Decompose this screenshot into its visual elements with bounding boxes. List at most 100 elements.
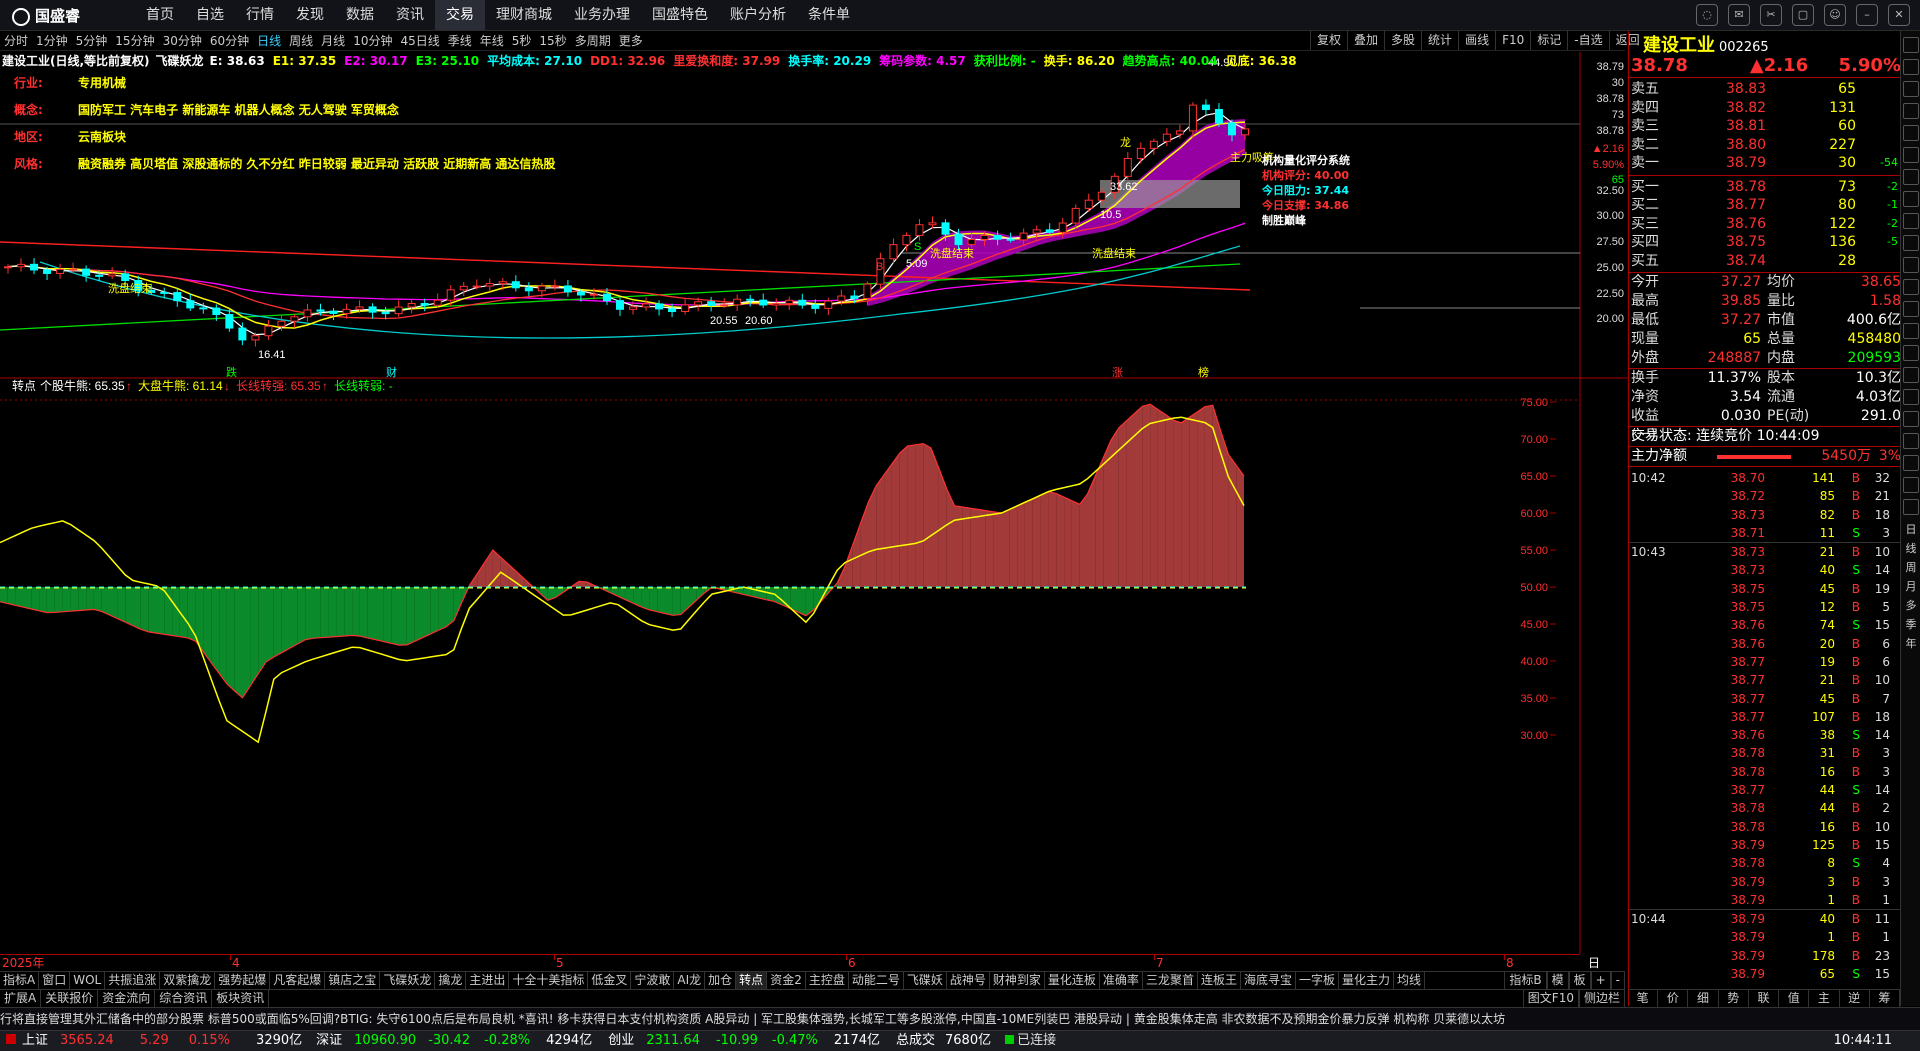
- quote-tab-4[interactable]: 联: [1749, 990, 1780, 1007]
- tool-button-1[interactable]: 叠加: [1347, 31, 1384, 50]
- period-0[interactable]: 分时: [0, 32, 32, 49]
- quote-tab-0[interactable]: 笔: [1628, 990, 1659, 1007]
- minimize-icon[interactable]: –: [1856, 4, 1878, 26]
- nav-item-7[interactable]: 理财商城: [485, 0, 563, 30]
- indicator-name[interactable]: 飞碟妖龙: [156, 54, 204, 68]
- period-7[interactable]: 周线: [285, 32, 317, 49]
- indicator-tab-right-4[interactable]: -: [1610, 972, 1625, 989]
- tool-button-0[interactable]: 复权: [1310, 31, 1347, 50]
- sidebar-tool-icon[interactable]: [1903, 191, 1919, 207]
- period-14[interactable]: 15秒: [535, 32, 570, 49]
- sidebar-tool-icon[interactable]: [1903, 257, 1919, 273]
- nav-item-5[interactable]: 资讯: [385, 0, 435, 30]
- close-icon[interactable]: ✕: [1888, 4, 1910, 26]
- order-sells-1[interactable]: 卖四 38.82 131: [1629, 99, 1901, 118]
- order-sells-3[interactable]: 卖二 38.80 227: [1629, 136, 1901, 155]
- sidebar-tool-icon[interactable]: [1903, 235, 1919, 251]
- order-buys-3[interactable]: 买四 38.75 136 -5: [1629, 233, 1901, 252]
- quote-tab-6[interactable]: 主: [1809, 990, 1840, 1007]
- sidebar-tool-icon[interactable]: [1903, 433, 1919, 449]
- indicator-tab-19[interactable]: 动能二号: [849, 972, 904, 989]
- chat-icon[interactable]: ◌: [1696, 4, 1718, 26]
- period-11[interactable]: 季线: [444, 32, 476, 49]
- extension-tab-1[interactable]: 关联报价: [41, 990, 99, 1007]
- indicator-tab-21[interactable]: 战神号: [947, 972, 990, 989]
- indicator-tab-29[interactable]: 量化主力: [1339, 972, 1395, 989]
- indicator-tab-18[interactable]: 主控盘: [806, 972, 849, 989]
- indicator-tab-7[interactable]: 镇店之宝: [325, 972, 381, 989]
- app-logo[interactable]: 国盛睿: [12, 5, 80, 26]
- extension-tab-0[interactable]: 扩展A: [0, 990, 42, 1007]
- extension-tab-4[interactable]: 板块资讯: [212, 990, 270, 1007]
- tool-button-4[interactable]: 画线: [1458, 31, 1495, 50]
- nav-item-11[interactable]: 条件单: [797, 0, 861, 30]
- tick-list[interactable]: 10:42 38.70 141 B 32 38.72 85 B 21 38.73 82 B 18 38.7…: [1629, 467, 1901, 983]
- nav-item-2[interactable]: 行情: [235, 0, 285, 30]
- order-sells-4[interactable]: 卖一 38.79 30 -54: [1629, 154, 1901, 173]
- sidebar-tool-icon[interactable]: [1903, 301, 1919, 317]
- indicator-tab-0[interactable]: 指标A: [0, 972, 40, 989]
- indicator-tab-20[interactable]: 飞碟妖: [904, 972, 947, 989]
- news-ticker[interactable]: 行将直接管理其外汇储备中的部分股票 标普500或面临5%回调?BTIG: 失守6…: [0, 1007, 1920, 1030]
- indicator-tab-28[interactable]: 一字板: [1296, 972, 1339, 989]
- sidebar-tool-icon[interactable]: [1903, 411, 1919, 427]
- skin-icon[interactable]: ▢: [1792, 4, 1814, 26]
- indicator-tab-25[interactable]: 三龙聚首: [1143, 972, 1198, 989]
- sidebar-tool-icon[interactable]: [1903, 37, 1919, 53]
- indicator-tab-right-1[interactable]: 模: [1546, 972, 1569, 989]
- nav-item-1[interactable]: 自选: [185, 0, 235, 30]
- indicator-tab-27[interactable]: 海底寻宝: [1241, 972, 1296, 989]
- sidebar-tool-icon[interactable]: [1903, 477, 1919, 493]
- period-12[interactable]: 年线: [476, 32, 508, 49]
- sidebar-tool-icon[interactable]: [1903, 367, 1919, 383]
- extension-tab-right-1[interactable]: 侧边栏: [1578, 990, 1625, 1007]
- indicator-tab-10[interactable]: 主进出: [466, 972, 510, 989]
- indicator-tab-6[interactable]: 凡客起爆: [270, 972, 326, 989]
- tool-button-2[interactable]: 多股: [1384, 31, 1421, 50]
- indicator-tab-14[interactable]: AI龙: [674, 972, 706, 989]
- period-15[interactable]: 多周期: [571, 32, 615, 49]
- extension-tab-3[interactable]: 综合资讯: [155, 990, 213, 1007]
- indicator-tab-13[interactable]: 宁波敢: [631, 972, 675, 989]
- indicator-tab-right-0[interactable]: 指标B: [1504, 972, 1547, 989]
- nav-item-0[interactable]: 首页: [135, 0, 185, 30]
- tool-button-7[interactable]: -自选: [1567, 31, 1608, 50]
- sidebar-period-0[interactable]: 日: [1901, 520, 1920, 539]
- quote-tab-8[interactable]: 筹: [1870, 990, 1900, 1007]
- sidebar-tool-icon[interactable]: [1903, 455, 1919, 471]
- nav-item-4[interactable]: 数据: [335, 0, 385, 30]
- period-13[interactable]: 5秒: [508, 32, 536, 49]
- sidebar-tool-icon[interactable]: [1903, 323, 1919, 339]
- indicator-tab-12[interactable]: 低金叉: [588, 972, 632, 989]
- sidebar-period-2[interactable]: 周: [1901, 558, 1920, 577]
- sidebar-tool-icon[interactable]: [1903, 147, 1919, 163]
- period-2[interactable]: 5分钟: [72, 32, 112, 49]
- tool-button-3[interactable]: 统计: [1421, 31, 1458, 50]
- sidebar-tool-icon[interactable]: [1903, 213, 1919, 229]
- sidebar-tool-icon[interactable]: [1903, 345, 1919, 361]
- user-icon[interactable]: ☺: [1824, 4, 1846, 26]
- indicator-tab-16[interactable]: 转点: [736, 972, 768, 989]
- kline-chart[interactable]: 38.793038.787338.78▲2.165.90%6532.5030.0…: [0, 52, 1628, 954]
- nav-item-6[interactable]: 交易: [435, 0, 485, 30]
- quote-tab-3[interactable]: 势: [1719, 990, 1749, 1007]
- nav-item-9[interactable]: 国盛特色: [641, 0, 719, 30]
- sidebar-tool-icon[interactable]: [1903, 389, 1919, 405]
- period-5[interactable]: 60分钟: [206, 32, 253, 49]
- sidebar-tool-icon[interactable]: [1903, 103, 1919, 119]
- sidebar-period-5[interactable]: 季: [1901, 615, 1920, 634]
- indicator-tab-1[interactable]: 窗口: [39, 972, 71, 989]
- message-icon[interactable]: ✉: [1728, 4, 1750, 26]
- nav-item-10[interactable]: 账户分析: [719, 0, 797, 30]
- indicator-tab-17[interactable]: 资金2: [767, 972, 806, 989]
- quote-tab-7[interactable]: 逆: [1840, 990, 1870, 1007]
- nav-item-8[interactable]: 业务办理: [563, 0, 641, 30]
- indicator-tab-23[interactable]: 量化连板: [1045, 972, 1100, 989]
- order-buys-0[interactable]: 买一 38.78 73 -2: [1629, 178, 1901, 197]
- sidebar-tool-icon[interactable]: [1903, 169, 1919, 185]
- period-4[interactable]: 30分钟: [159, 32, 206, 49]
- sidebar-tool-icon[interactable]: [1903, 499, 1919, 515]
- sidebar-period-6[interactable]: 年: [1901, 634, 1920, 653]
- indicator-tab-11[interactable]: 十全十美指标: [509, 972, 589, 989]
- period-6[interactable]: 日线: [253, 32, 285, 49]
